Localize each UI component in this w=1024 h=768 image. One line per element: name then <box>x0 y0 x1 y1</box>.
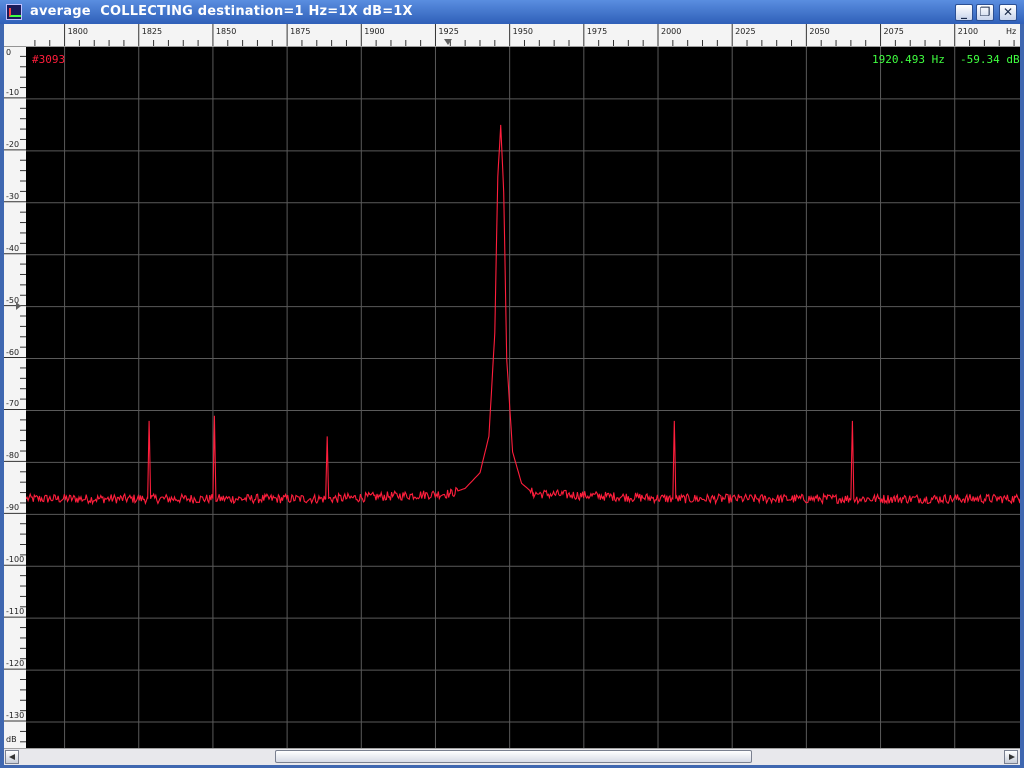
amplitude-ruler-ticks <box>4 46 26 743</box>
y-tick-label: -90 <box>6 503 20 513</box>
frequency-ruler[interactable]: 1800 1825 1850 1875 1900 1925 1950 1975 2000 2025… <box>26 24 1020 47</box>
y-tick-label: -60 <box>6 347 20 357</box>
x-tick-label: 1850 <box>215 27 237 36</box>
y-tick-label: -130 <box>6 711 25 721</box>
y-tick-label: -120 <box>6 659 25 669</box>
x-tick-label: 1975 <box>586 27 608 36</box>
x-unit-label: Hz <box>1006 27 1017 36</box>
y-tick-label: -70 <box>6 399 20 409</box>
x-tick-label: 2100 <box>957 27 979 36</box>
sweep-counter: #3093 <box>32 53 66 66</box>
close-button[interactable]: ✕ <box>999 4 1017 21</box>
spectrum-graph <box>26 47 1020 748</box>
y-tick-label: -80 <box>6 451 20 461</box>
y-tick-label: -100 <box>6 555 25 565</box>
spectrum-trace <box>26 124 1020 506</box>
scroll-thumb[interactable] <box>275 750 752 763</box>
cursor-frequency-readout: 1920.493 Hz <box>872 53 945 66</box>
y-tick-label: 0 <box>6 48 12 57</box>
ruler-corner <box>4 24 26 47</box>
spectrum-app-icon[interactable] <box>6 4 22 20</box>
y-tick-label: -110 <box>6 607 25 617</box>
x-tick-label: 2025 <box>735 27 756 36</box>
minimize-button[interactable]: _ <box>955 4 973 21</box>
title-bar[interactable]: average COLLECTING destination=1 Hz=1X d… <box>0 0 1024 24</box>
amplitude-ruler[interactable]: 0 -10 -20 -30 -40 -50 -60 -70 -80 -90 -100 -110 -120… <box>4 46 27 748</box>
x-tick-label: 1875 <box>290 27 311 36</box>
maximize-button[interactable]: ❐ <box>976 4 994 21</box>
amplitude-marker[interactable] <box>16 302 21 310</box>
y-tick-label: -10 <box>6 87 20 97</box>
x-tick-label: 2000 <box>661 27 682 36</box>
cursor-level-readout: -59.34 dB <box>960 53 1020 66</box>
x-tick-label: 1900 <box>364 27 385 36</box>
window-title: average COLLECTING destination=1 Hz=1X d… <box>30 4 413 19</box>
horizontal-scrollbar[interactable] <box>4 748 1020 765</box>
scroll-left-arrow-icon[interactable] <box>5 750 19 764</box>
spectrum-plot[interactable]: #3093 1920.493 Hz -59.34 dB <box>26 47 1020 748</box>
y-tick-label: -20 <box>6 139 20 149</box>
x-tick-label: 1950 <box>512 27 533 36</box>
x-tick-label: 2050 <box>809 27 830 36</box>
x-tick-label: 1825 <box>141 27 163 36</box>
x-tick-label: 2075 <box>883 27 904 36</box>
scroll-right-arrow-icon[interactable] <box>1004 750 1018 764</box>
y-tick-label: -30 <box>6 191 20 201</box>
cursor-position-marker[interactable] <box>444 39 452 45</box>
x-tick-label: 1925 <box>438 27 459 36</box>
y-tick-label: -40 <box>6 243 20 253</box>
x-tick-label: 1800 <box>67 27 88 36</box>
y-unit-label: dB <box>6 735 17 744</box>
